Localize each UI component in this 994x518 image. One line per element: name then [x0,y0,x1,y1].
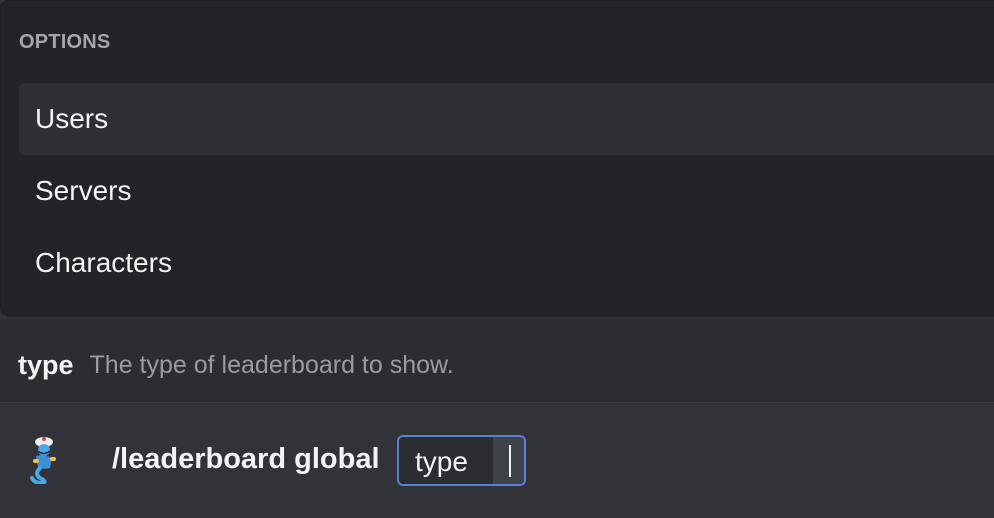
options-popup: OPTIONS Users Servers Characters [0,0,994,316]
option-users[interactable]: Users [19,83,994,155]
type-parameter-chip[interactable]: type [397,435,526,486]
option-characters[interactable]: Characters [19,227,994,299]
app-window: OPTIONS Users Servers Characters type Th… [0,0,994,518]
option-label: Servers [35,175,132,206]
param-value-input[interactable] [493,437,524,484]
parameter-hint: type The type of leaderboard to show. [0,329,994,403]
genie-bot-icon [26,436,66,486]
options-header: OPTIONS [19,31,111,53]
command-text: /leaderboard global [112,443,380,475]
param-chip-label: type [415,446,468,477]
option-label: Users [35,103,109,134]
parameter-name: type [18,350,74,380]
option-label: Characters [35,247,172,278]
option-servers[interactable]: Servers [19,155,994,227]
parameter-description: The type of leaderboard to show. [89,351,454,379]
text-caret [509,445,511,477]
